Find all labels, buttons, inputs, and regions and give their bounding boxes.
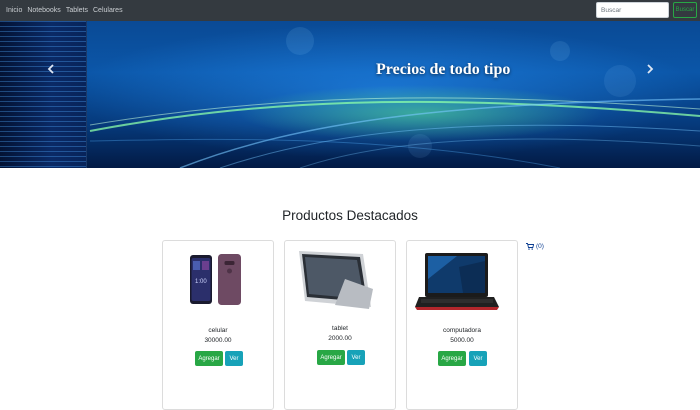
light-streaks-graphic: [89, 27, 700, 168]
nav-link-inicio[interactable]: Inicio: [6, 7, 22, 14]
search-input[interactable]: [596, 2, 669, 18]
product-price: 5000.00: [450, 337, 474, 344]
chevron-left-icon: [45, 64, 57, 81]
product-card-celular: 1:00 celular 30000.00 Agregar Ver: [162, 240, 274, 410]
svg-text:1:00: 1:00: [195, 279, 207, 285]
nav-link-tablets[interactable]: Tablets: [66, 7, 88, 14]
laptop-image: [407, 249, 517, 313]
product-price: 2000.00: [328, 335, 352, 342]
view-product-button[interactable]: Ver: [225, 351, 243, 366]
view-product-button[interactable]: Ver: [347, 350, 365, 365]
product-card-tablet: tablet 2000.00 Agregar Ver: [284, 240, 396, 410]
nav-link-celulares[interactable]: Celulares: [93, 7, 123, 14]
product-price: 30000.00: [204, 337, 232, 344]
nav-link-notebooks[interactable]: Notebooks: [27, 7, 60, 14]
chevron-right-icon: [644, 64, 656, 81]
view-product-button[interactable]: Ver: [469, 351, 487, 366]
add-to-cart-button[interactable]: Agregar: [195, 351, 223, 366]
add-to-cart-button[interactable]: Agregar: [317, 350, 345, 365]
carousel-caption: Precios de todo tipo: [376, 61, 511, 78]
tablet-image: [285, 249, 395, 313]
top-navbar: Inicio Notebooks Tablets Celulares Busca…: [0, 0, 700, 21]
add-to-cart-button[interactable]: Agregar: [438, 351, 466, 366]
carousel-side-panel: [0, 21, 87, 168]
cart-link[interactable]: (0): [526, 237, 544, 255]
product-card-computadora: computadora 5000.00 Agregar Ver: [406, 240, 518, 410]
carousel-prev-button[interactable]: [45, 61, 57, 77]
cart-count: (0): [536, 242, 544, 250]
hero-carousel: Precios de todo tipo: [0, 21, 700, 168]
page-title: Productos Destacados: [282, 208, 418, 223]
smartphone-image: 1:00: [163, 249, 273, 313]
carousel-next-button[interactable]: [644, 61, 656, 77]
nav-links: Inicio Notebooks Tablets Celulares: [0, 7, 128, 14]
shopping-cart-icon: [526, 237, 535, 255]
product-name: computadora: [443, 327, 481, 334]
search-button[interactable]: Buscar: [673, 2, 697, 18]
product-name: celular: [208, 327, 228, 334]
product-name: tablet: [332, 325, 348, 332]
